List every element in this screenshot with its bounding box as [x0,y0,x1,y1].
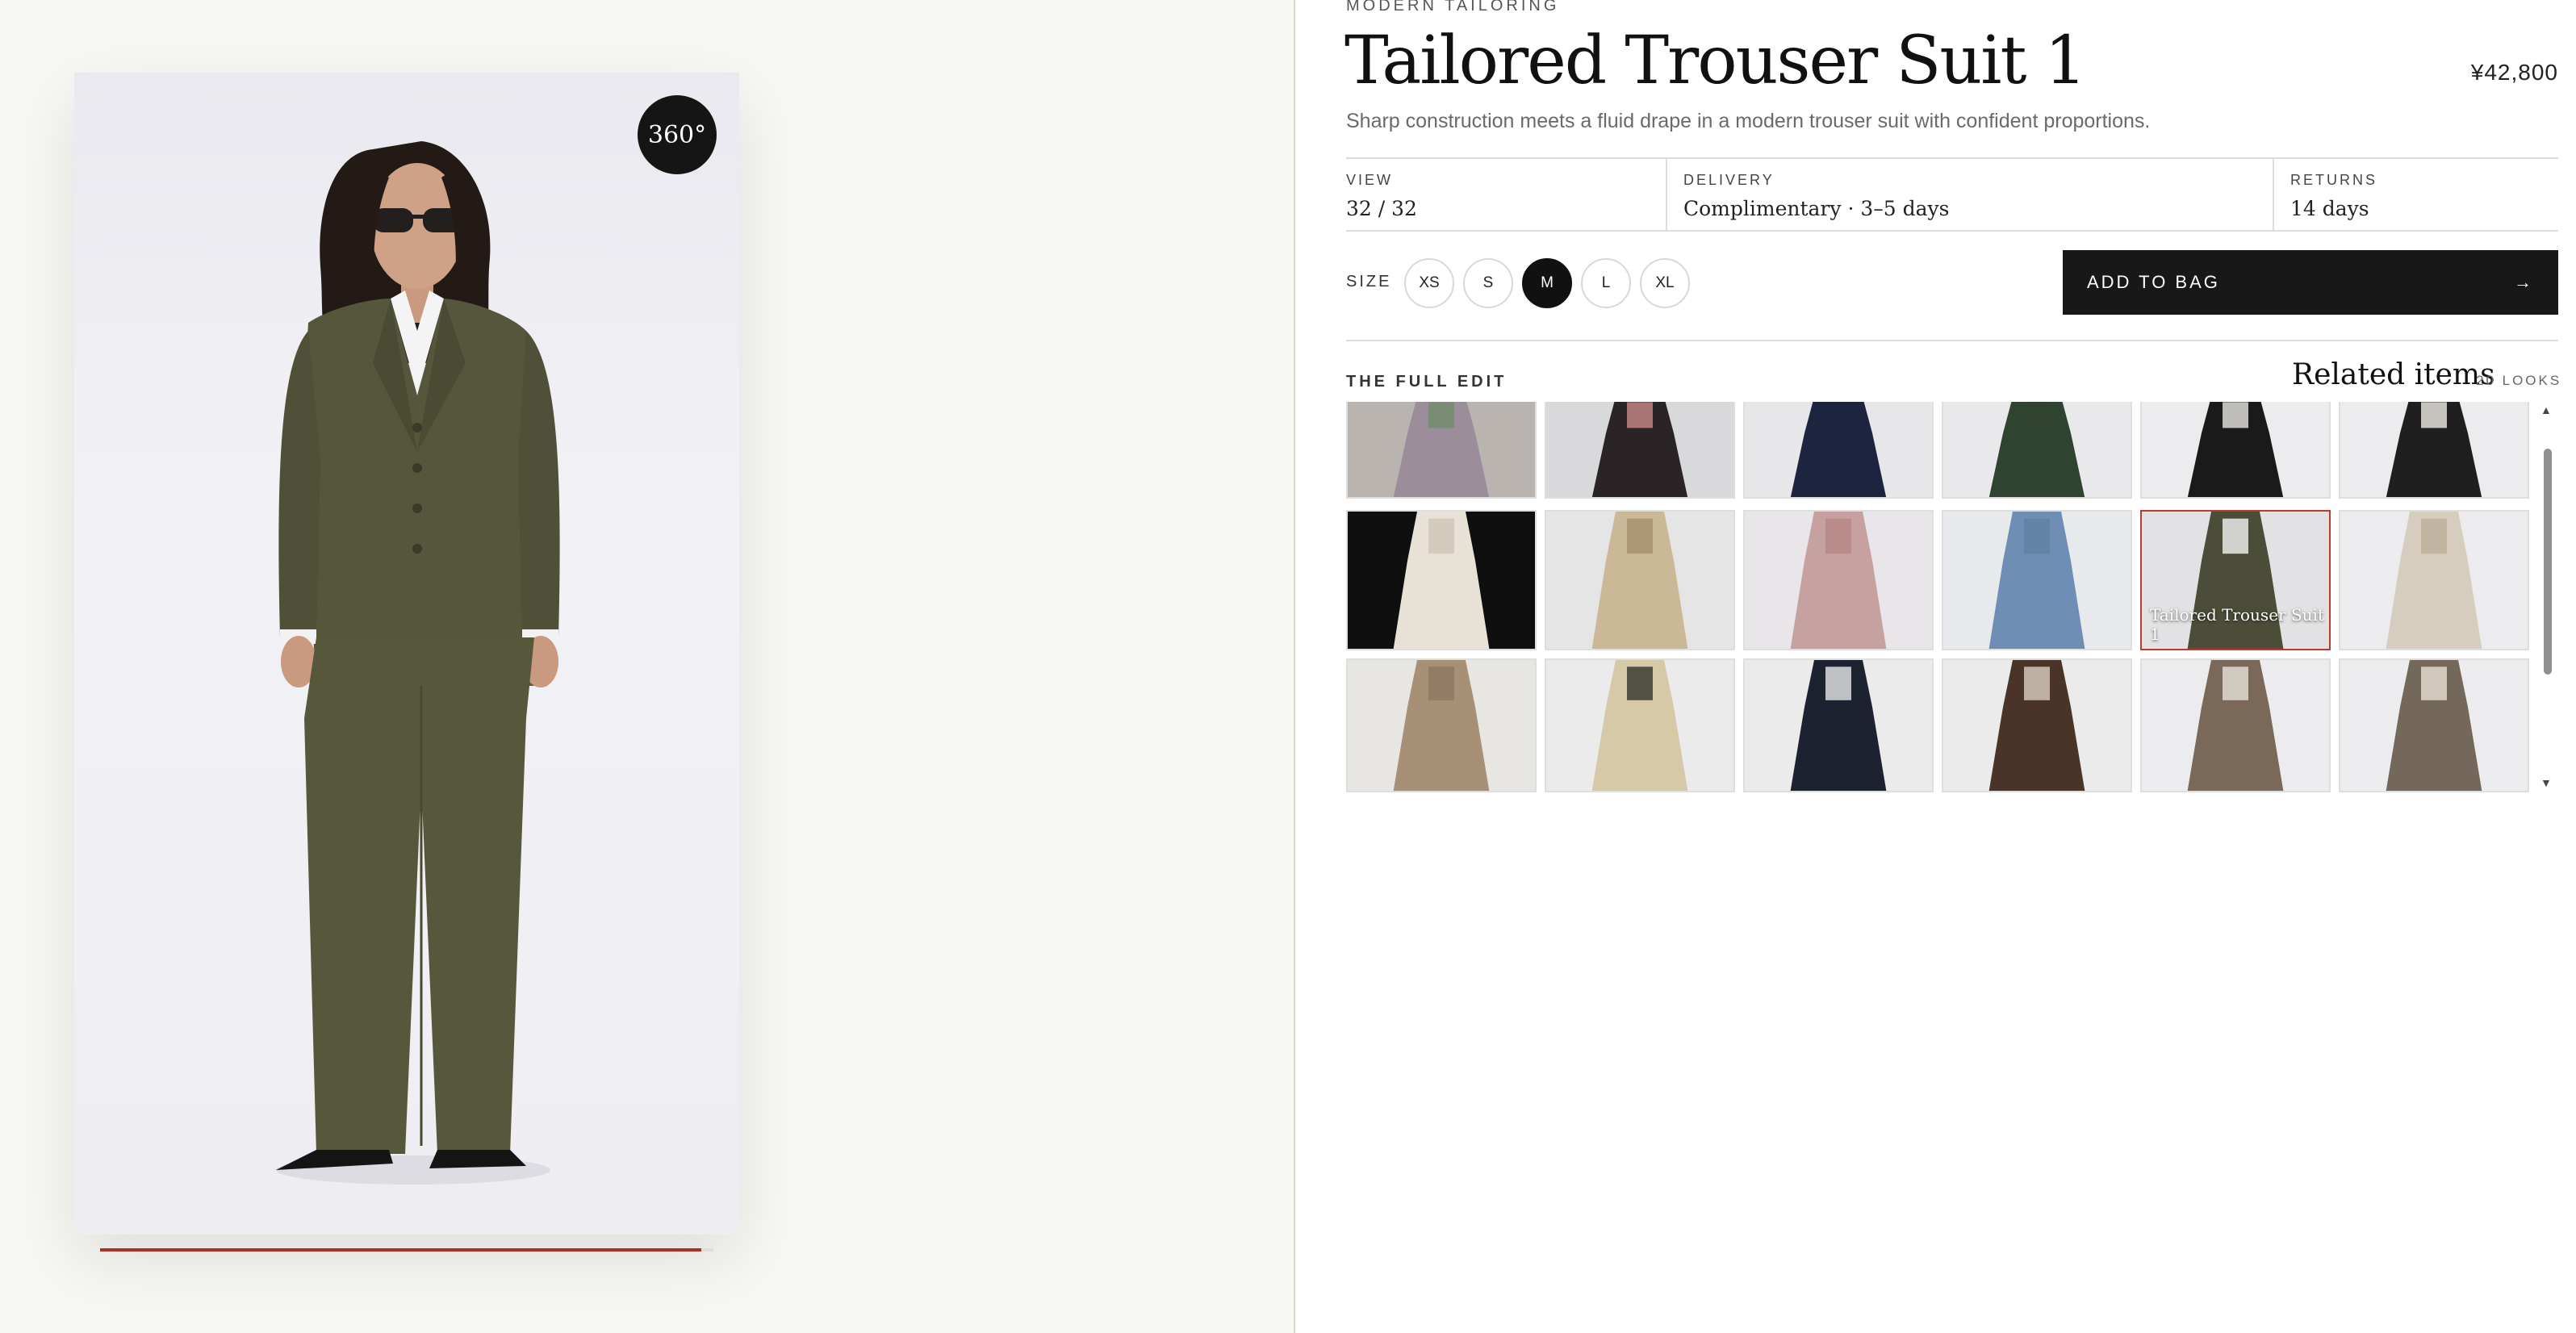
info-value: 32 / 32 [1346,197,1417,220]
related-eyebrow: THE FULL EDIT [1346,373,1508,391]
size-option-xl[interactable]: XL [1640,258,1690,308]
section-divider [1346,340,2558,341]
related-item-tile[interactable] [1545,510,1735,650]
garment-thumbnail [1591,512,1688,649]
garment-thumbnail [1591,402,1688,497]
garment-thumbnail [1790,660,1887,791]
related-item-tile[interactable] [2140,402,2331,499]
add-to-bag-button[interactable]: ADD TO BAG → [2063,250,2558,315]
size-selector: XS S M L XL [1404,258,1690,308]
related-item-tile[interactable] [2339,402,2529,499]
related-item-tile[interactable] [1346,510,1537,650]
garment-thumbnail [2386,660,2482,791]
add-to-bag-label: ADD TO BAG [2087,272,2220,292]
related-item-tile[interactable] [1942,510,2132,650]
related-title: Related items [2292,358,2495,391]
arrow-right-icon: → [2514,272,2534,292]
selected-item-caption: Tailored Trouser Suit 1 [2150,605,2324,644]
size-option-xs[interactable]: XS [1404,258,1454,308]
garment-thumbnail [1988,512,2085,649]
viewer-pane: 360° [0,0,1294,1333]
product-description: Sharp construction meets a fluid drape i… [1346,110,2151,132]
related-item-tile[interactable] [1346,402,1537,499]
garment-thumbnail [1393,402,1490,497]
scroll-thumb[interactable] [2544,449,2552,675]
model-figure [276,141,560,1185]
related-item-tile[interactable] [1346,658,1537,792]
related-grid: Tailored Trouser Suit 1 [1346,402,2540,793]
garment-thumbnail [1790,402,1887,497]
info-value: 14 days [2290,197,2369,220]
view-progress-fill [100,1248,701,1252]
scroll-up-icon[interactable]: ▲ [2540,403,2552,416]
scroll-down-icon[interactable]: ▼ [2540,776,2552,789]
info-delivery: DELIVERY Complimentary · 3–5 days [1666,159,2273,230]
info-row: VIEW 32 / 32 DELIVERY Complimentary · 3–… [1346,157,2558,232]
product-category: MODERN TAILORING [1346,0,1560,15]
pane-divider [1294,0,1295,1333]
related-item-tile[interactable] [1545,402,1735,499]
related-item-tile[interactable] [1942,658,2132,792]
related-item-tile[interactable] [1545,658,1735,792]
info-label: VIEW [1346,172,1394,188]
info-view: VIEW 32 / 32 [1346,159,1666,230]
info-returns: RETURNS 14 days [2273,159,2558,230]
view-progress-bar[interactable] [100,1248,713,1252]
product-details: MODERN TAILORING Tailored Trouser Suit 1… [1296,0,2576,1333]
garment-thumbnail [1591,660,1688,791]
garment-thumbnail [1393,660,1490,791]
size-option-l[interactable]: L [1581,258,1631,308]
product-photo[interactable]: 360° [74,73,739,1235]
garment-thumbnail [2187,660,2284,791]
related-item-tile[interactable] [1743,658,1934,792]
related-scrollbar[interactable]: ▲ ▼ [2539,403,2555,789]
garment-thumbnail [1393,512,1490,649]
related-count: 20 LOOKS [2476,373,2562,388]
related-item-tile[interactable] [1942,402,2132,499]
garment-thumbnail [2386,512,2482,649]
related-item-tile[interactable] [2339,510,2529,650]
related-item-tile[interactable]: Tailored Trouser Suit 1 [2140,510,2331,650]
related-item-tile[interactable] [2339,658,2529,792]
product-title: Tailored Trouser Suit 1 [1344,23,2087,99]
info-label: RETURNS [2290,172,2378,188]
garment-thumbnail [2187,402,2284,497]
product-price: ¥42,800 [2470,60,2558,85]
related-item-tile[interactable] [2140,658,2331,792]
info-label: DELIVERY [1683,172,1775,188]
garment-thumbnail [2386,402,2482,497]
garment-thumbnail [1988,660,2085,791]
info-value: Complimentary · 3–5 days [1683,197,1950,220]
garment-thumbnail [1790,512,1887,649]
size-label: SIZE [1346,273,1392,290]
rotate-360-button[interactable]: 360° [638,95,717,174]
related-item-tile[interactable] [1743,402,1934,499]
size-option-m[interactable]: M [1522,258,1572,308]
garment-thumbnail [1988,402,2085,497]
related-item-tile[interactable] [1743,510,1934,650]
size-option-s[interactable]: S [1463,258,1513,308]
